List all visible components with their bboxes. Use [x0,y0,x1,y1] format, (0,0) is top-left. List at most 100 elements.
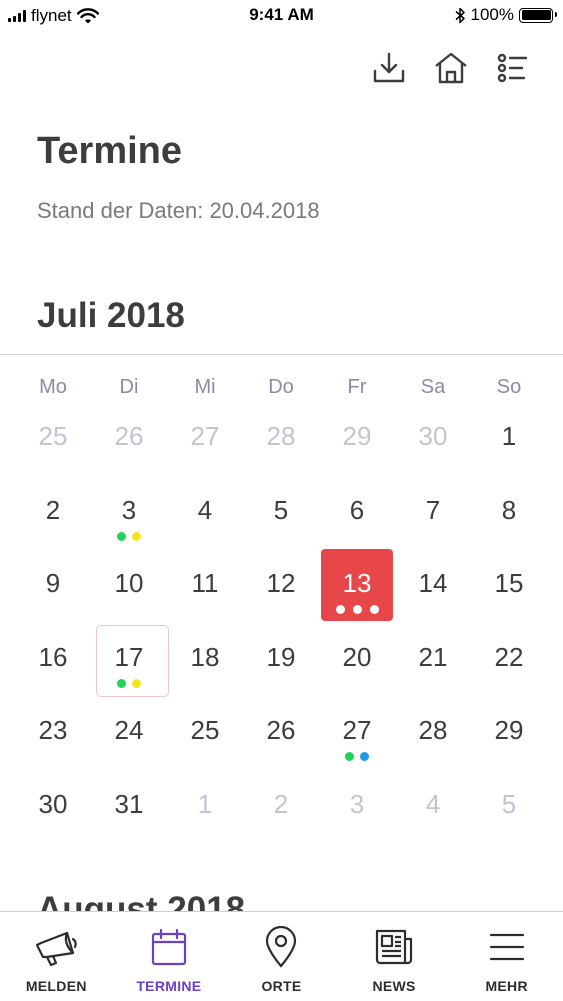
calendar-day[interactable]: 28 [243,402,319,476]
event-dots [335,605,380,614]
calendar-day[interactable]: 29 [471,696,547,770]
tab-news[interactable]: NEWS [338,912,451,1001]
calendar-day[interactable]: 25 [167,696,243,770]
calendar-day[interactable]: 28 [395,696,471,770]
calendar-day[interactable]: 7 [395,476,471,550]
tab-label: NEWS [372,978,416,994]
calendar-day[interactable]: 24 [91,696,167,770]
calendar-day[interactable]: 31 [91,770,167,844]
calendar-day[interactable]: 2 [15,476,91,550]
day-number: 31 [114,788,144,819]
calendar-day[interactable]: 26 [243,696,319,770]
tab-melden[interactable]: MELDEN [0,912,113,1001]
calendar-day-today[interactable]: 17 [91,623,169,696]
day-number: 5 [501,788,517,819]
calendar-day[interactable]: 3 [91,476,167,550]
day-number: 28 [266,421,296,451]
calendar-day[interactable]: 19 [243,623,319,697]
event-dot-white [369,605,379,614]
calendar-day[interactable]: 30 [15,770,91,844]
day-number: 7 [425,494,441,525]
day-number: 11 [191,568,219,598]
calendar-day[interactable]: 10 [91,549,167,623]
home-button[interactable] [431,48,471,88]
battery-icon [519,7,557,23]
weekday-label: Di [119,376,139,398]
day-number: 23 [38,715,68,745]
calendar-day-selected[interactable]: 13 [319,549,395,623]
calendar-day[interactable]: 1 [471,402,547,476]
calendar-grid: 25 26 27 28 29 30 1 2 3 4 5 6 7 8 9 10 11 12 13 14 15 16 17 18 1… [15,402,547,843]
calendar-day[interactable]: 22 [471,623,547,697]
list-icon [497,53,528,83]
weekday-label: Fr [347,376,367,398]
calendar-day[interactable]: 26 [91,402,167,476]
calendar-day[interactable]: 29 [319,402,395,476]
weekday-label: Do [268,376,294,398]
status-bar: flynet 9:41 AM 100% [0,0,563,32]
calendar-day[interactable]: 11 [167,549,243,623]
day-number: 29 [342,421,372,451]
calendar-day[interactable]: 5 [471,770,547,844]
day-number: 4 [197,494,213,525]
calendar-day[interactable]: 27 [167,402,243,476]
day-number: 30 [418,421,448,451]
calendar-day[interactable]: 6 [319,476,395,550]
event-dot-white [352,605,362,614]
calendar-day[interactable]: 1 [167,770,243,844]
day-number: 15 [494,568,524,598]
calendar-day[interactable]: 4 [167,476,243,550]
list-button[interactable] [493,48,533,88]
event-dot-green [345,752,354,761]
calendar-day[interactable]: 21 [395,623,471,697]
download-icon [373,52,405,83]
calendar-day[interactable]: 16 [15,623,91,697]
tab-termine[interactable]: TERMINE [113,912,226,1001]
calendar-icon [146,924,192,970]
weekday-label: So [496,376,522,398]
page-title: Termine [37,130,183,172]
calendar-day[interactable]: 15 [471,549,547,623]
day-number: 27 [342,715,372,745]
tab-label: ORTE [261,978,302,994]
calendar-day[interactable]: 23 [15,696,91,770]
calendar-day[interactable]: 5 [243,476,319,550]
day-number: 8 [501,494,517,525]
day-number: 26 [266,715,296,745]
day-number: 2 [45,494,61,525]
day-number: 5 [273,494,289,525]
day-number: 25 [38,421,68,451]
tab-label: MELDEN [25,978,87,994]
day-number: 10 [114,568,144,598]
tab-orte[interactable]: ORTE [225,912,338,1001]
event-dot-yellow [132,678,141,688]
calendar-day[interactable]: 2 [243,770,319,844]
tab-label: TERMINE [136,978,202,994]
calendar-day[interactable]: 30 [395,402,471,476]
event-dot-yellow [132,531,141,541]
calendar-day[interactable]: 12 [243,549,319,623]
day-number: 3 [349,788,365,819]
download-button[interactable] [369,48,409,88]
calendar-day[interactable]: 9 [15,549,91,623]
bluetooth-icon [455,7,465,23]
weekday-label: Mo [39,376,67,398]
day-number: 2 [273,788,289,819]
calendar-day[interactable]: 20 [319,623,395,697]
calendar-day[interactable]: 25 [15,402,91,476]
calendar-day[interactable]: 27 [319,696,395,770]
day-number: 28 [418,715,448,745]
calendar-day[interactable]: 4 [395,770,471,844]
day-number: 22 [494,641,524,672]
day-number: 30 [38,788,68,819]
day-number: 6 [349,494,365,525]
calendar-day[interactable]: 18 [167,623,243,697]
tab-bar: MELDEN TERMINE ORTE NEWS MEHR [0,911,563,1001]
day-number: 24 [114,715,144,745]
tab-mehr[interactable]: MEHR [450,912,563,1001]
calendar-day[interactable]: 14 [395,549,471,623]
day-number: 1 [197,788,213,819]
day-number: 13 [342,568,372,598]
calendar-day[interactable]: 3 [319,770,395,844]
calendar-day[interactable]: 8 [471,476,547,550]
